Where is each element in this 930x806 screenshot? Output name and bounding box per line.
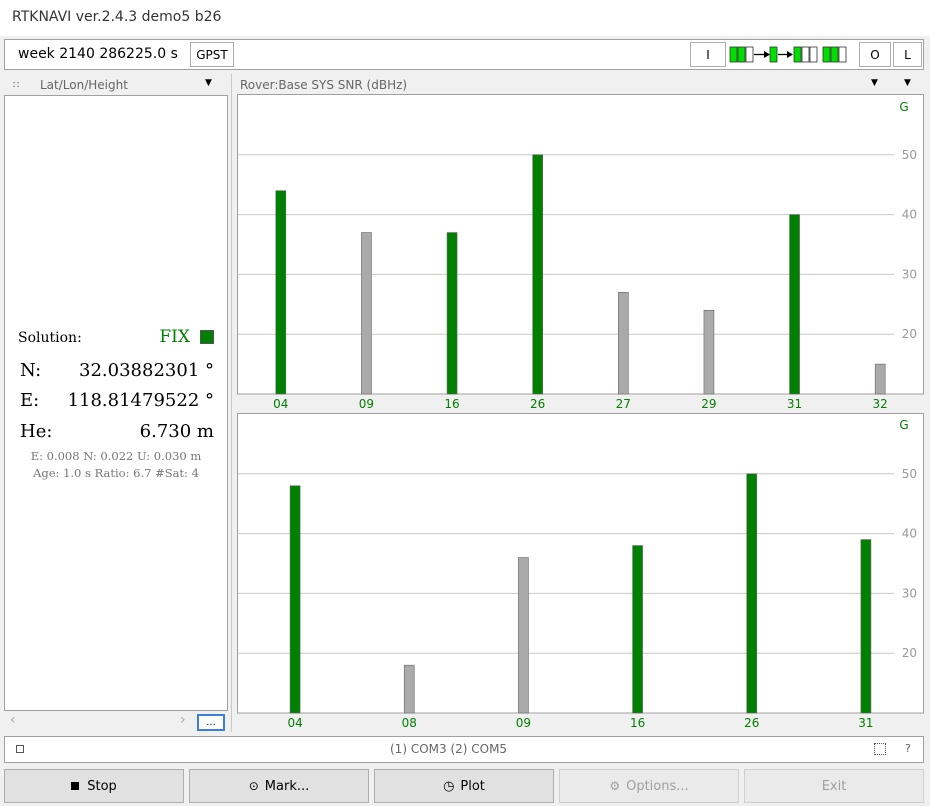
y-tick-label: 40 — [902, 208, 917, 222]
exit-label: Exit — [821, 778, 847, 794]
mark-button[interactable]: ⊙ Mark... — [189, 769, 369, 803]
log-stream-button[interactable]: L — [893, 42, 922, 67]
right-mode-dropdown-icon[interactable]: ▼ — [871, 78, 878, 88]
plot-icon: ◷ — [443, 778, 455, 794]
snr-bar — [361, 232, 372, 395]
output-stream-button[interactable]: O — [859, 42, 891, 67]
status-square-icon — [16, 745, 24, 753]
plot-area — [237, 413, 924, 714]
plot-area — [237, 94, 924, 395]
satellite-label: 29 — [701, 397, 716, 411]
scroll-right-icon[interactable]: › — [180, 712, 186, 728]
snr-bar — [703, 309, 715, 395]
mark-label: Mark... — [264, 778, 310, 794]
snr-bar — [532, 154, 543, 395]
snr-bar — [789, 214, 800, 395]
snr-bar — [518, 557, 529, 714]
arrow-right-icon — [754, 51, 770, 58]
right-mode-label[interactable]: Rover:Base SYS SNR (dBHz) — [240, 78, 407, 92]
stop-label: Stop — [87, 778, 117, 794]
input-rover-icon — [729, 46, 754, 63]
plot-button[interactable]: ◷ Plot — [374, 769, 554, 803]
panel-toggle-icon[interactable] — [874, 743, 886, 755]
left-mode-label[interactable]: Lat/Lon/Height — [40, 78, 128, 92]
y-tick-label: 30 — [902, 267, 917, 281]
help-icon[interactable]: ? — [905, 742, 911, 755]
solution-status-icon — [769, 46, 778, 63]
snr-bar — [275, 190, 287, 395]
satellite-label: 32 — [873, 397, 888, 411]
solution-status: FIX — [159, 327, 190, 347]
longitude-row: E: 118.81479522 ° — [20, 390, 214, 411]
latitude-label: N: — [20, 360, 42, 381]
latitude-row: N: 32.03882301 ° — [20, 360, 214, 381]
snr-bar — [632, 545, 643, 714]
window-title: RTKNAVI ver.2.4.3 demo5 b26 — [12, 9, 222, 25]
system-label: G — [899, 100, 908, 114]
fix-indicator-icon — [200, 330, 214, 344]
std-dev-line: E: 0.008 N: 0.022 U: 0.030 m — [30, 449, 202, 463]
y-tick-label: 40 — [902, 527, 917, 541]
longitude-value: 118.81479522 ° — [67, 390, 214, 411]
y-tick-label: 30 — [902, 586, 917, 600]
snr-bar — [874, 363, 886, 395]
longitude-label: E: — [20, 390, 40, 411]
title-bar: RTKNAVI ver.2.4.3 demo5 b26 — [0, 0, 930, 36]
latitude-value: 32.03882301 ° — [79, 360, 214, 381]
mark-icon: ⊙ — [248, 779, 259, 793]
snr-bar — [746, 473, 758, 714]
satellite-label: 08 — [402, 716, 417, 730]
right-options-dropdown-icon[interactable]: ▼ — [904, 78, 911, 88]
height-value: 6.730 m — [139, 421, 214, 442]
options-icon: ⚙ — [609, 779, 621, 793]
solution-label: Solution: — [18, 330, 82, 346]
base-snr-chart: 20 30 40 50 G 04 08 09 16 26 31 — [237, 413, 924, 730]
stream-status-text: (1) COM3 (2) COM5 — [390, 742, 508, 756]
y-tick-label: 50 — [902, 467, 917, 481]
satellite-label: 31 — [787, 397, 802, 411]
height-label: He: — [20, 421, 53, 442]
y-tick-label: 50 — [902, 148, 917, 162]
stop-button[interactable]: Stop — [4, 769, 184, 803]
satellite-label: 16 — [630, 716, 645, 730]
stream-status-indicator — [729, 46, 847, 63]
satellite-label: 09 — [516, 716, 531, 730]
panel-splitter[interactable] — [231, 74, 234, 732]
system-label: G — [899, 418, 908, 432]
scroll-left-icon[interactable]: ‹ — [10, 712, 16, 728]
snr-bar — [289, 485, 301, 714]
options-button[interactable]: ⚙ Options... — [559, 769, 739, 803]
satellite-label: 31 — [858, 716, 873, 730]
satellite-label: 16 — [444, 397, 459, 411]
y-tick-label: 20 — [902, 327, 917, 341]
age-ratio-line: Age: 1.0 s Ratio: 6.7 #Sat: 4 — [33, 466, 199, 480]
exit-button[interactable]: Exit — [744, 769, 924, 803]
panel-grid-icon[interactable]: ∷ — [13, 80, 19, 91]
output-stream-icon — [793, 46, 818, 63]
satellite-label: 04 — [287, 716, 302, 730]
satellite-label: 26 — [530, 397, 545, 411]
y-tick-label: 20 — [902, 646, 917, 660]
snr-bar — [446, 232, 458, 395]
satellite-label: 27 — [616, 397, 631, 411]
snr-bar — [618, 292, 629, 395]
left-mode-dropdown-icon[interactable]: ▼ — [205, 78, 212, 88]
satellite-label: 09 — [359, 397, 374, 411]
plot-label: Plot — [460, 778, 485, 794]
snr-bar — [403, 664, 415, 714]
arrow-right-icon — [778, 51, 793, 58]
timesys-button[interactable]: GPST — [190, 42, 234, 67]
solution-row: Solution: FIX — [18, 327, 214, 347]
satellite-label: 04 — [273, 397, 288, 411]
input-stream-button[interactable]: I — [690, 42, 726, 67]
snr-bar — [860, 539, 872, 714]
satellite-label: 26 — [744, 716, 759, 730]
height-row: He: 6.730 m — [20, 421, 214, 442]
more-button[interactable]: ... — [197, 714, 225, 731]
time-display: week 2140 286225.0 s — [18, 46, 178, 62]
options-label: Options... — [626, 778, 689, 794]
rover-snr-chart: 20 30 40 50 G 04 09 16 26 27 29 31 32 — [237, 94, 924, 411]
stop-icon — [71, 782, 80, 790]
log-stream-icon — [822, 46, 847, 63]
